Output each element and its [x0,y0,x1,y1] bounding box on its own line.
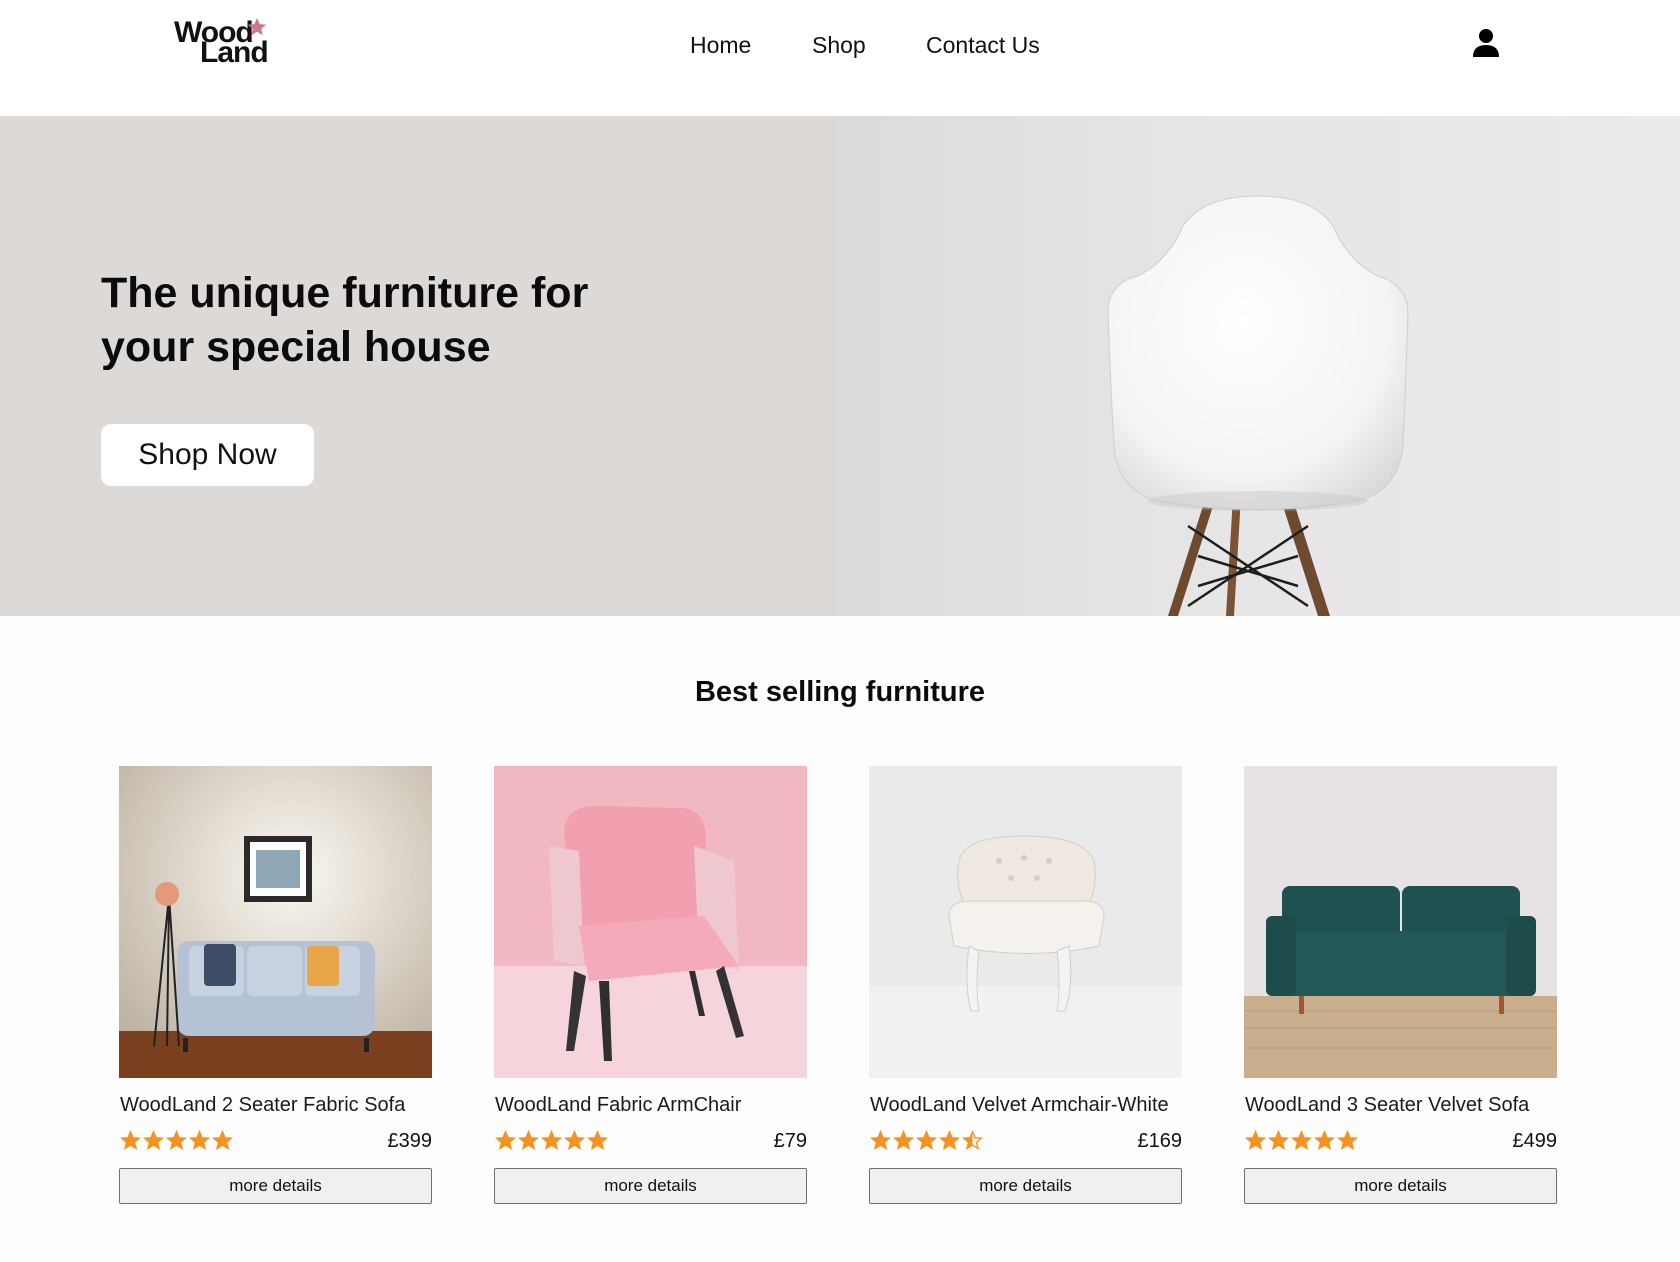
product-price: £499 [1512,1130,1558,1152]
star-full-icon [1245,1130,1266,1150]
product-price: £79 [773,1130,807,1152]
product-price: £169 [1137,1130,1183,1152]
star-full-icon [541,1130,562,1150]
rating-stars [870,1130,983,1152]
nav-home[interactable]: Home [690,32,751,64]
star-full-icon [939,1130,960,1150]
user-icon[interactable] [1472,28,1500,58]
logo-word-land: Land [200,36,269,69]
star-full-icon [1314,1130,1335,1150]
more-details-button[interactable]: more details [1244,1168,1557,1204]
hero-banner: The unique furniture for your special ho… [0,116,1680,616]
product-name[interactable]: WoodLand 2 Seater Fabric Sofa [120,1094,405,1117]
site-header: Wood Land Home Shop Contact Us [0,0,1680,116]
star-full-icon [495,1130,516,1150]
rating-stars [120,1130,233,1152]
rating-stars [495,1130,608,1152]
star-half-icon [962,1130,983,1150]
more-details-button[interactable]: more details [119,1168,432,1204]
woodland-logo[interactable]: Wood Land [174,17,274,69]
star-full-icon [120,1130,141,1150]
product-price: £399 [387,1130,433,1152]
product-card: WoodLand Fabric ArmChair £79 more detail… [494,766,807,1206]
more-details-button[interactable]: more details [494,1168,807,1204]
star-full-icon [587,1130,608,1150]
product-card: WoodLand Velvet Armchair-White £169 more… [869,766,1182,1206]
star-full-icon [518,1130,539,1150]
nav-shop[interactable]: Shop [812,32,866,64]
best-selling-title: Best selling furniture [694,676,986,708]
more-details-button[interactable]: more details [869,1168,1182,1204]
hero-title-line1: The unique furniture for [101,269,589,317]
product-name[interactable]: WoodLand Fabric ArmChair [495,1094,741,1117]
product-image-white-armchair[interactable] [869,766,1182,1078]
nav-contact-us[interactable]: Contact Us [926,32,1040,64]
star-full-icon [564,1130,585,1150]
product-image-grey-sofa[interactable] [119,766,432,1078]
hero-title-line2: your special house [101,323,491,371]
product-card: WoodLand 2 Seater Fabric Sofa £399 more … [119,766,432,1206]
star-full-icon [893,1130,914,1150]
star-full-icon [166,1130,187,1150]
star-full-icon [1268,1130,1289,1150]
star-full-icon [916,1130,937,1150]
star-full-icon [870,1130,891,1150]
hero-title: The unique furniture for your special ho… [101,266,661,374]
product-name[interactable]: WoodLand Velvet Armchair-White [870,1094,1169,1117]
product-card: WoodLand 3 Seater Velvet Sofa £499 more … [1244,766,1557,1206]
logo-star-icon [247,17,267,36]
star-full-icon [212,1130,233,1150]
star-full-icon [1337,1130,1358,1150]
product-image-pink-armchair[interactable] [494,766,807,1078]
star-full-icon [1291,1130,1312,1150]
product-image-green-sofa[interactable] [1244,766,1557,1078]
shop-now-button[interactable]: Shop Now [101,424,314,486]
star-full-icon [143,1130,164,1150]
star-full-icon [189,1130,210,1150]
product-name[interactable]: WoodLand 3 Seater Velvet Sofa [1245,1094,1529,1117]
rating-stars [1245,1130,1358,1152]
hero-chair-image [838,116,1680,616]
